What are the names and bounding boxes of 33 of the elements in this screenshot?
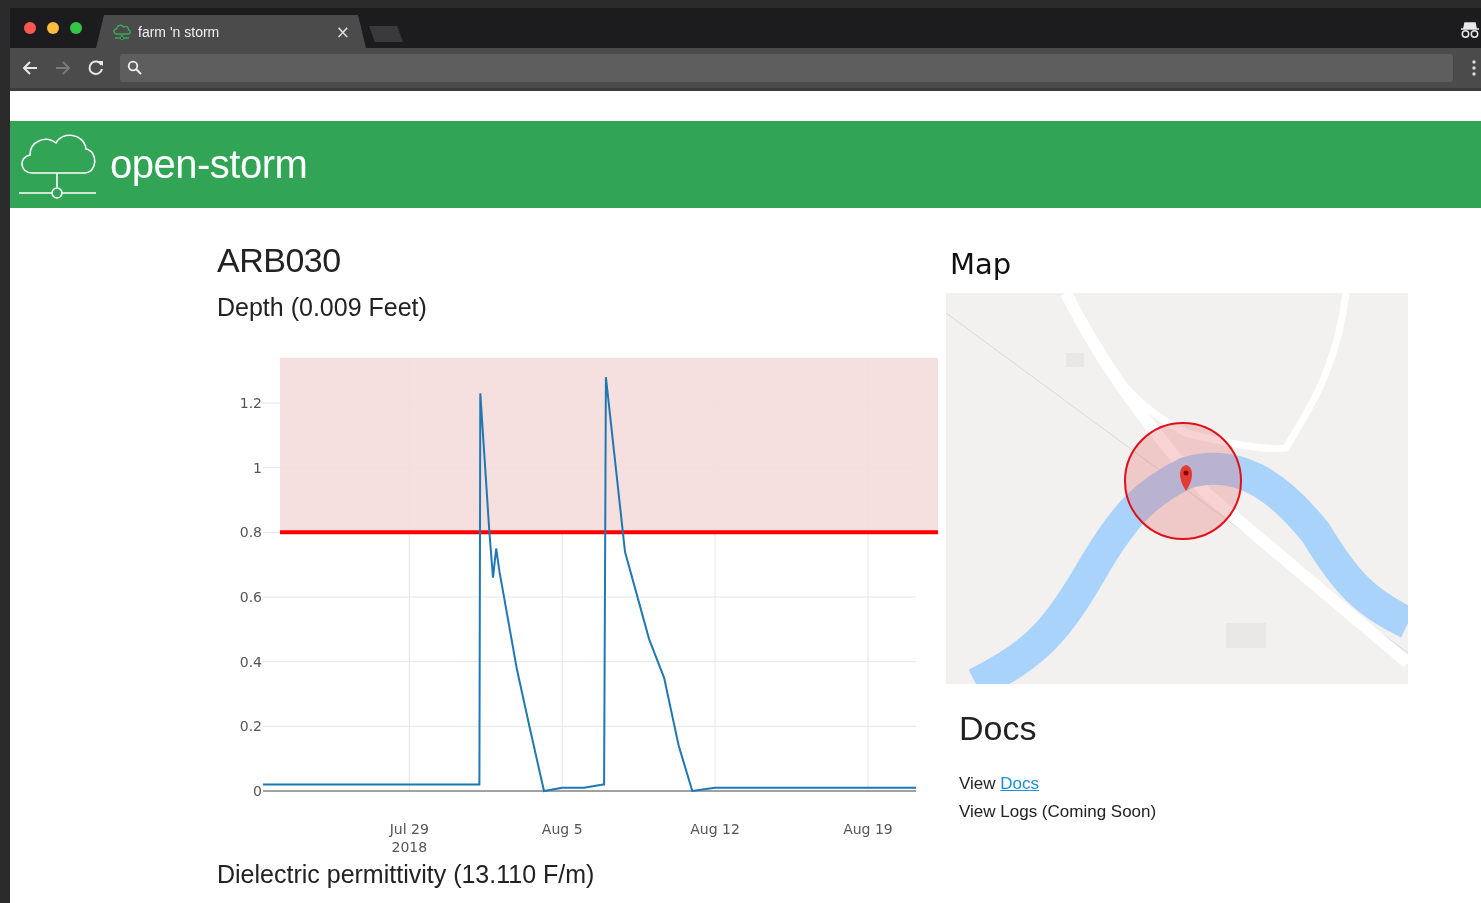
y-tick-label: 0.4 [239, 653, 262, 670]
x-tick-label: Aug 12 [690, 821, 740, 837]
station-title: ARB030 [217, 240, 342, 280]
x-tick-label: Aug 5 [541, 821, 583, 837]
maximize-window-button[interactable] [70, 22, 82, 34]
y-tick-label: 1 [253, 459, 262, 476]
tab-title: farm 'n storm [138, 23, 221, 40]
arrow-right-icon [53, 60, 72, 76]
search-icon [127, 60, 143, 76]
docs-text: View Logs (Coming Soon) [959, 802, 1157, 821]
close-tab-button[interactable]: × [335, 21, 350, 42]
docs-link[interactable]: Docs [1000, 774, 1039, 793]
minimize-window-button[interactable] [47, 22, 59, 34]
chart-heading: Dielectric permittivity (13.110 F/m) [217, 859, 596, 889]
arrow-left-icon [20, 60, 39, 76]
incognito-icon [1459, 20, 1481, 40]
y-tick-label: 0.6 [239, 589, 262, 606]
x-tick-label: Jul 29 2018 [389, 821, 429, 855]
cloud-icon [112, 22, 132, 41]
menu-icon[interactable] [1471, 59, 1477, 77]
close-window-button[interactable] [24, 22, 36, 34]
x-tick-label: Aug 19 [843, 821, 893, 837]
y-tick-label: 0.8 [239, 524, 262, 541]
y-tick-label: 1.2 [239, 395, 262, 412]
y-tick-label: 0 [253, 783, 262, 799]
chart-heading: Depth (0.009 Feet) [217, 292, 428, 322]
docs-text: View [959, 774, 997, 793]
docs-heading: Docs [959, 708, 1038, 748]
y-tick-label: 0.2 [239, 718, 262, 735]
reload-icon [86, 59, 105, 77]
address-field[interactable] [120, 54, 1453, 82]
map-heading: Map [949, 246, 1013, 283]
browser-tab[interactable]: farm 'n storm × [96, 15, 366, 48]
